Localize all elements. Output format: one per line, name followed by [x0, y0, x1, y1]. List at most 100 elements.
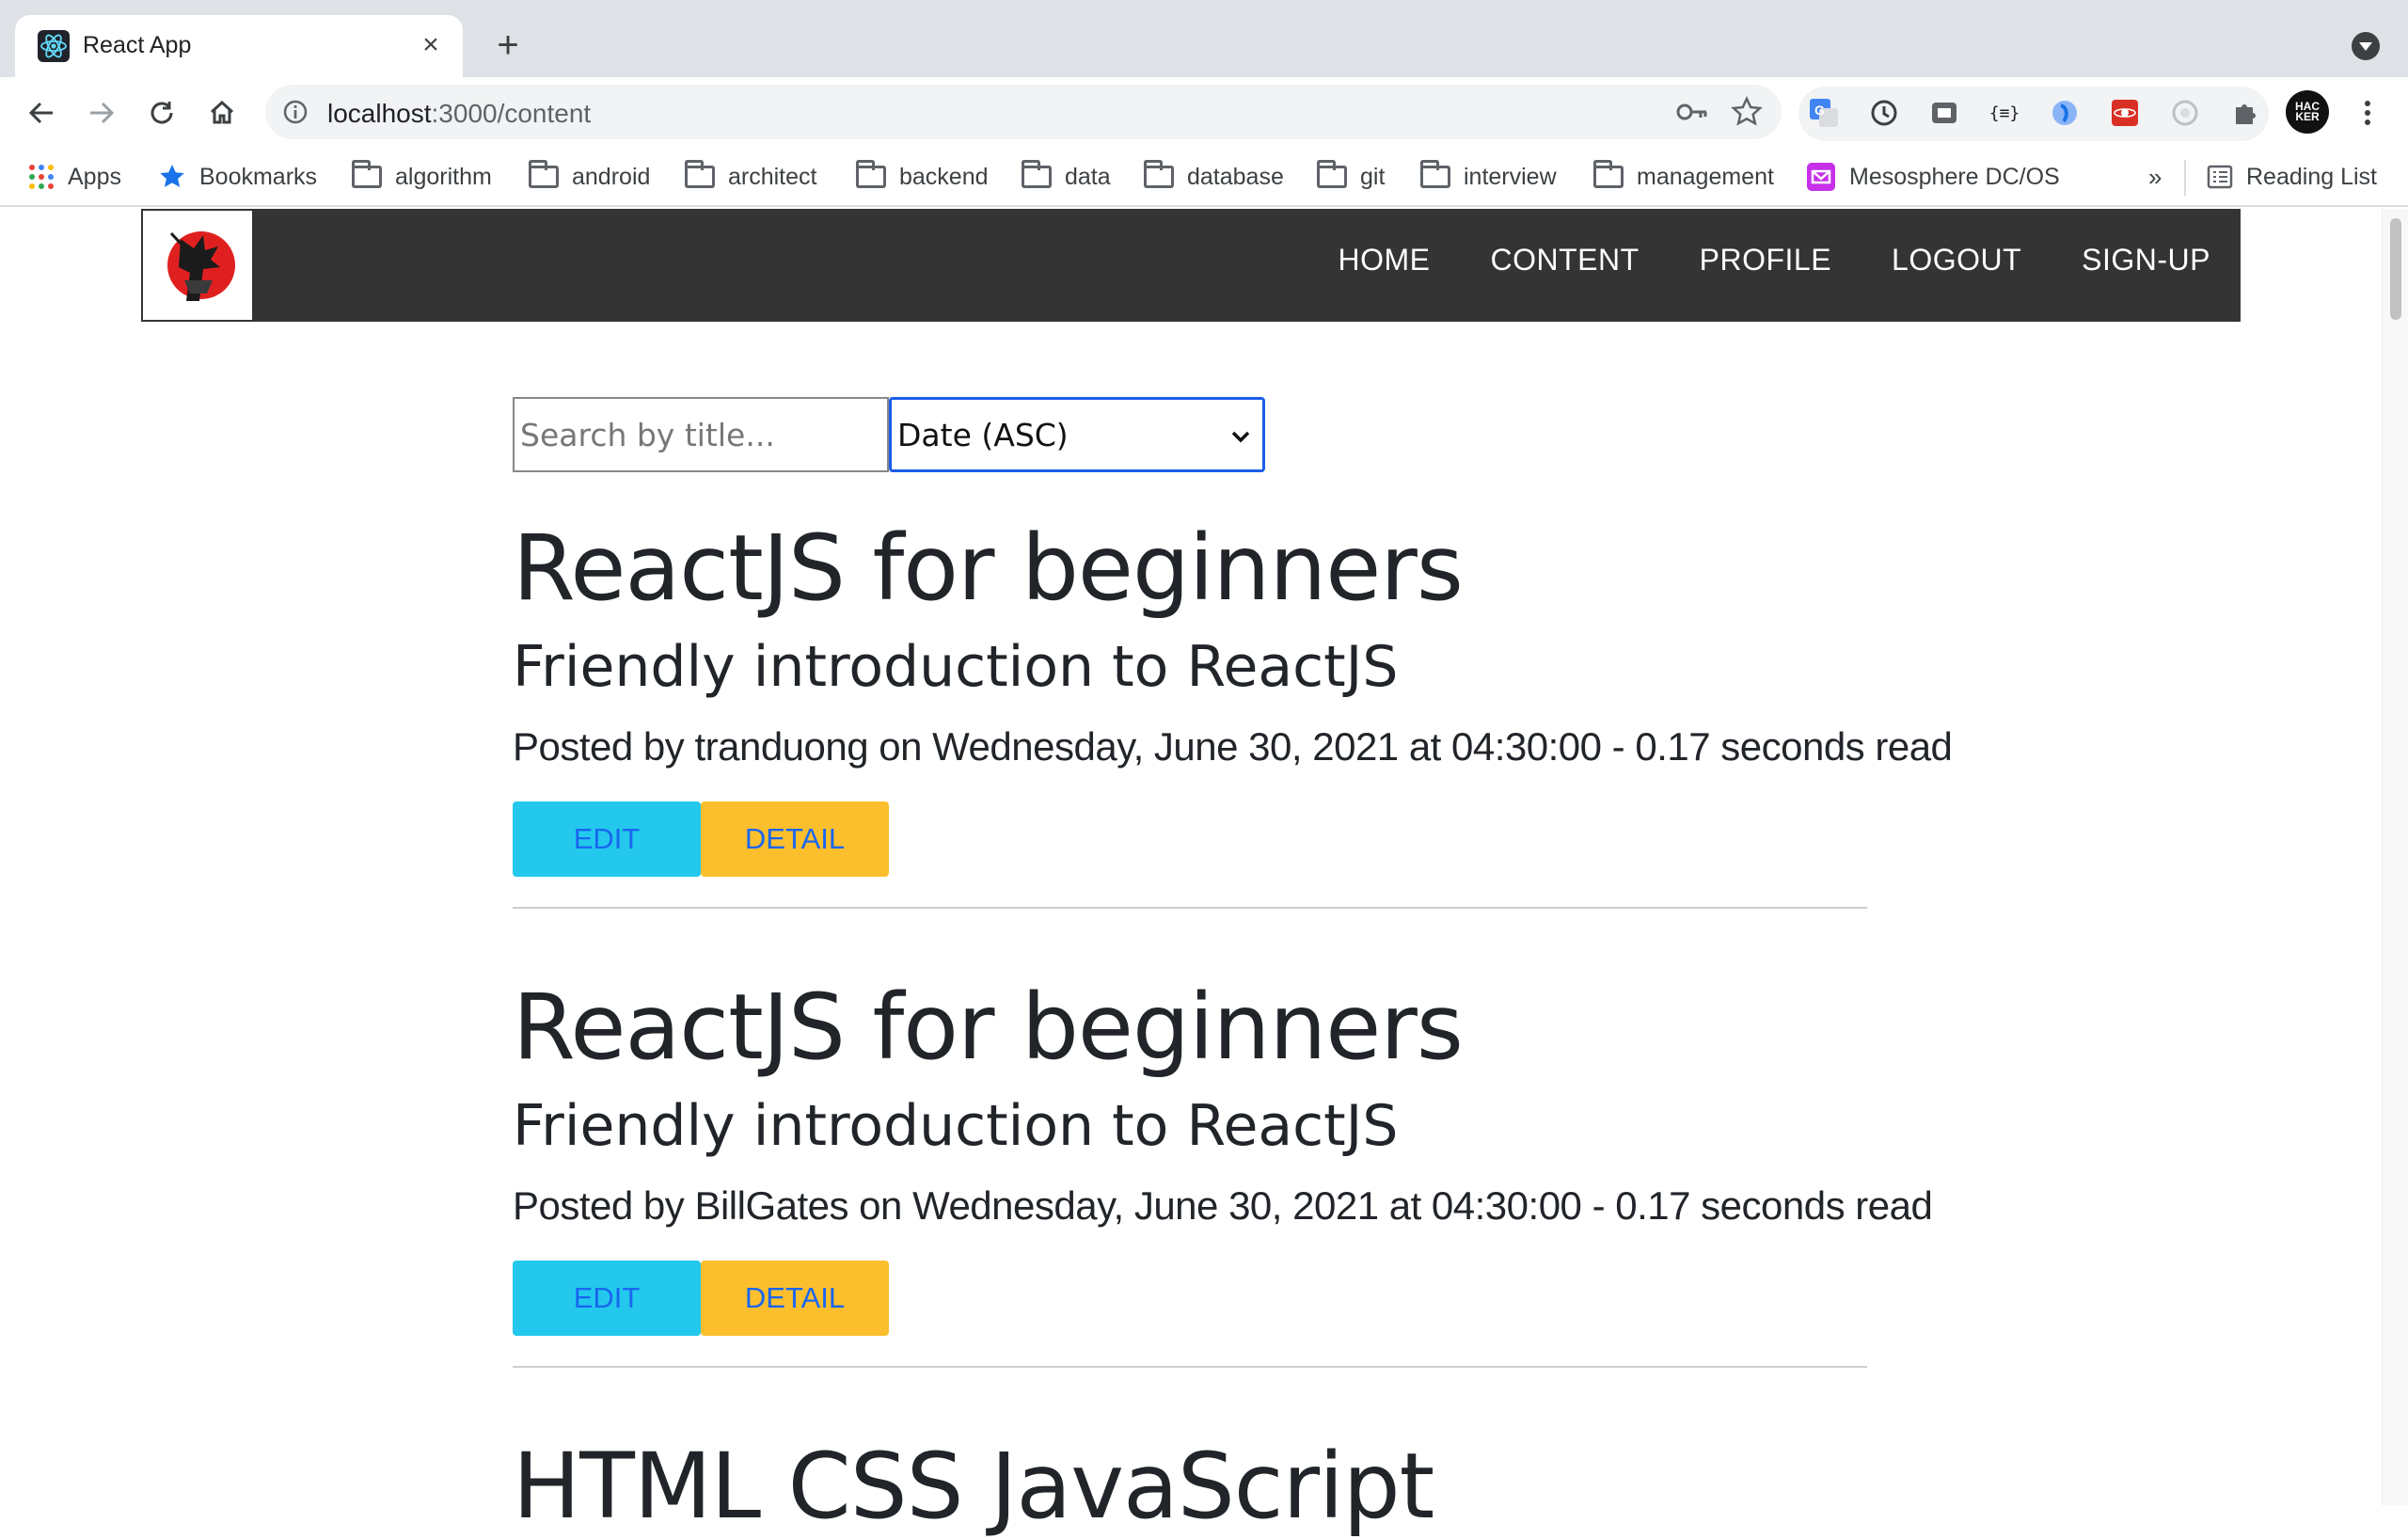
bookmark-folder-interview[interactable]: interview — [1420, 158, 1557, 196]
folder-icon — [352, 160, 382, 188]
post-divider — [513, 1365, 1867, 1368]
folder-icon — [529, 160, 559, 188]
bookmark-label: git — [1360, 163, 1386, 190]
post-card: ReactJS for beginners Friendly introduct… — [513, 516, 1953, 909]
folder-icon — [1317, 160, 1347, 188]
page-scrollbar[interactable] — [2382, 209, 2408, 1505]
reload-icon[interactable] — [139, 90, 184, 135]
new-tab-plus-icon[interactable]: + — [489, 26, 527, 64]
svg-text:G: G — [1814, 103, 1825, 118]
post-divider — [513, 906, 1867, 909]
detail-button[interactable]: DETAIL — [701, 801, 889, 877]
google-translate-icon[interactable]: G — [1806, 95, 1842, 131]
post-actions: EDIT DETAIL — [513, 1260, 1867, 1336]
folder-icon — [685, 160, 715, 188]
bookmarks-overflow-chevron[interactable]: » — [2148, 158, 2162, 196]
bookmark-folder-git[interactable]: git — [1317, 158, 1385, 196]
reading-list-icon — [2207, 165, 2233, 189]
bookmark-label: interview — [1464, 163, 1557, 190]
site-info-icon[interactable] — [282, 99, 309, 125]
nav-signup[interactable]: SIGN-UP — [2082, 243, 2210, 278]
chrome-menu-icon[interactable] — [2350, 95, 2385, 131]
nav-profile[interactable]: PROFILE — [1700, 243, 1831, 278]
address-bar[interactable]: localhost:3000/content — [265, 85, 1782, 139]
bookmark-label: database — [1187, 163, 1284, 190]
post-actions: EDIT DETAIL — [513, 801, 1867, 877]
browser-toolbar: localhost:3000/content G {≡} HACKER — [0, 77, 2408, 149]
json-formatter-icon[interactable]: {≡} — [1987, 95, 2022, 131]
detail-button[interactable]: DETAIL — [701, 1260, 889, 1336]
mesosphere-icon — [1807, 163, 1835, 191]
search-title-input[interactable] — [513, 397, 889, 472]
folder-icon — [856, 160, 886, 188]
camera-extension-icon[interactable] — [2167, 95, 2203, 131]
bookmark-star-icon[interactable] — [1731, 96, 1763, 128]
clock-extension-icon[interactable] — [1866, 95, 1902, 131]
bookmark-bookmarks[interactable]: Bookmarks — [158, 158, 317, 196]
edit-button[interactable]: EDIT — [513, 1260, 701, 1336]
bookmark-folder-management[interactable]: management — [1593, 158, 1774, 196]
bookmark-label: Apps — [68, 163, 121, 190]
bookmark-folder-backend[interactable]: backend — [856, 158, 989, 196]
bookmark-label: backend — [899, 163, 989, 190]
bookmarks-divider — [2184, 160, 2186, 196]
post-title: ReactJS for beginners — [513, 975, 1464, 1080]
apps-grid-icon — [29, 165, 54, 189]
samurai-logo-icon — [167, 231, 235, 301]
browser-tabstrip: React App × + — [0, 0, 2408, 77]
tab-search-icon[interactable] — [2352, 32, 2380, 60]
post-meta: Posted by tranduong on Wednesday, June 3… — [513, 723, 1953, 769]
bookmark-folder-data[interactable]: data — [1022, 158, 1111, 196]
browser-tab[interactable]: React App × — [15, 15, 463, 77]
url-text: localhost:3000/content — [327, 99, 592, 128]
filter-controls: Date (ASC) — [513, 397, 1265, 472]
react-devtools-icon[interactable] — [2107, 95, 2143, 131]
scrollbar-thumb[interactable] — [2390, 218, 2401, 320]
bookmark-label: android — [572, 163, 651, 190]
tab-title: React App — [83, 32, 192, 58]
folder-icon — [1144, 160, 1174, 188]
home-icon[interactable] — [199, 90, 245, 135]
post-meta: Posted by BillGates on Wednesday, June 3… — [513, 1182, 1933, 1228]
post-card: HTML CSS JavaScript — [513, 1434, 1867, 1539]
nav-logout[interactable]: LOGOUT — [1892, 243, 2021, 278]
bookmark-apps[interactable]: Apps — [28, 158, 121, 196]
bookmark-folder-android[interactable]: android — [529, 158, 650, 196]
post-title: ReactJS for beginners — [513, 516, 1464, 621]
reading-list-button[interactable]: Reading List — [2207, 158, 2377, 196]
forward-arrow-icon[interactable] — [79, 90, 124, 135]
bookmark-folder-architect[interactable]: architect — [685, 158, 816, 196]
site-logo[interactable] — [141, 209, 254, 322]
back-arrow-icon[interactable] — [19, 90, 64, 135]
post-card: ReactJS for beginners Friendly introduct… — [513, 975, 1933, 1368]
post-subtitle: Friendly introduction to ReactJS — [513, 633, 1399, 700]
star-icon — [160, 165, 184, 187]
overflow-label: » — [2148, 162, 2162, 191]
folder-icon — [1022, 160, 1052, 188]
key-icon[interactable] — [1676, 100, 1708, 124]
nav-home[interactable]: HOME — [1338, 243, 1430, 278]
bookmark-label: Mesosphere DC/OS — [1849, 163, 2060, 190]
folder-icon — [1593, 160, 1624, 188]
profile-avatar-label: HACKER — [2295, 100, 2320, 123]
bookmark-label: data — [1065, 163, 1111, 190]
puzzle-extensions-icon[interactable] — [2227, 95, 2263, 131]
bookmark-label: architect — [728, 163, 817, 190]
bookmark-folder-database[interactable]: database — [1144, 158, 1284, 196]
react-favicon-icon — [38, 30, 70, 62]
edit-button[interactable]: EDIT — [513, 801, 701, 877]
bookmark-label: Bookmarks — [199, 163, 318, 190]
nav-links: HOME CONTENT PROFILE LOGOUT SIGN-UP — [1338, 243, 2210, 278]
tab-close-icon[interactable]: × — [414, 28, 448, 62]
bookmark-label: management — [1637, 163, 1774, 190]
bookmark-mesosphere[interactable]: Mesosphere DC/OS — [1806, 158, 2060, 196]
bookmark-folder-algorithm[interactable]: algorithm — [352, 158, 492, 196]
nav-content[interactable]: CONTENT — [1490, 243, 1639, 278]
chevron-down-icon — [1231, 431, 1250, 443]
vpn-extension-icon[interactable] — [2047, 95, 2083, 131]
profile-avatar[interactable]: HACKER — [2286, 90, 2329, 134]
devtools-extension-icon[interactable] — [1926, 95, 1962, 131]
post-title: HTML CSS JavaScript — [513, 1434, 1434, 1539]
sort-select[interactable]: Date (ASC) — [889, 397, 1265, 472]
folder-icon — [1420, 160, 1450, 188]
